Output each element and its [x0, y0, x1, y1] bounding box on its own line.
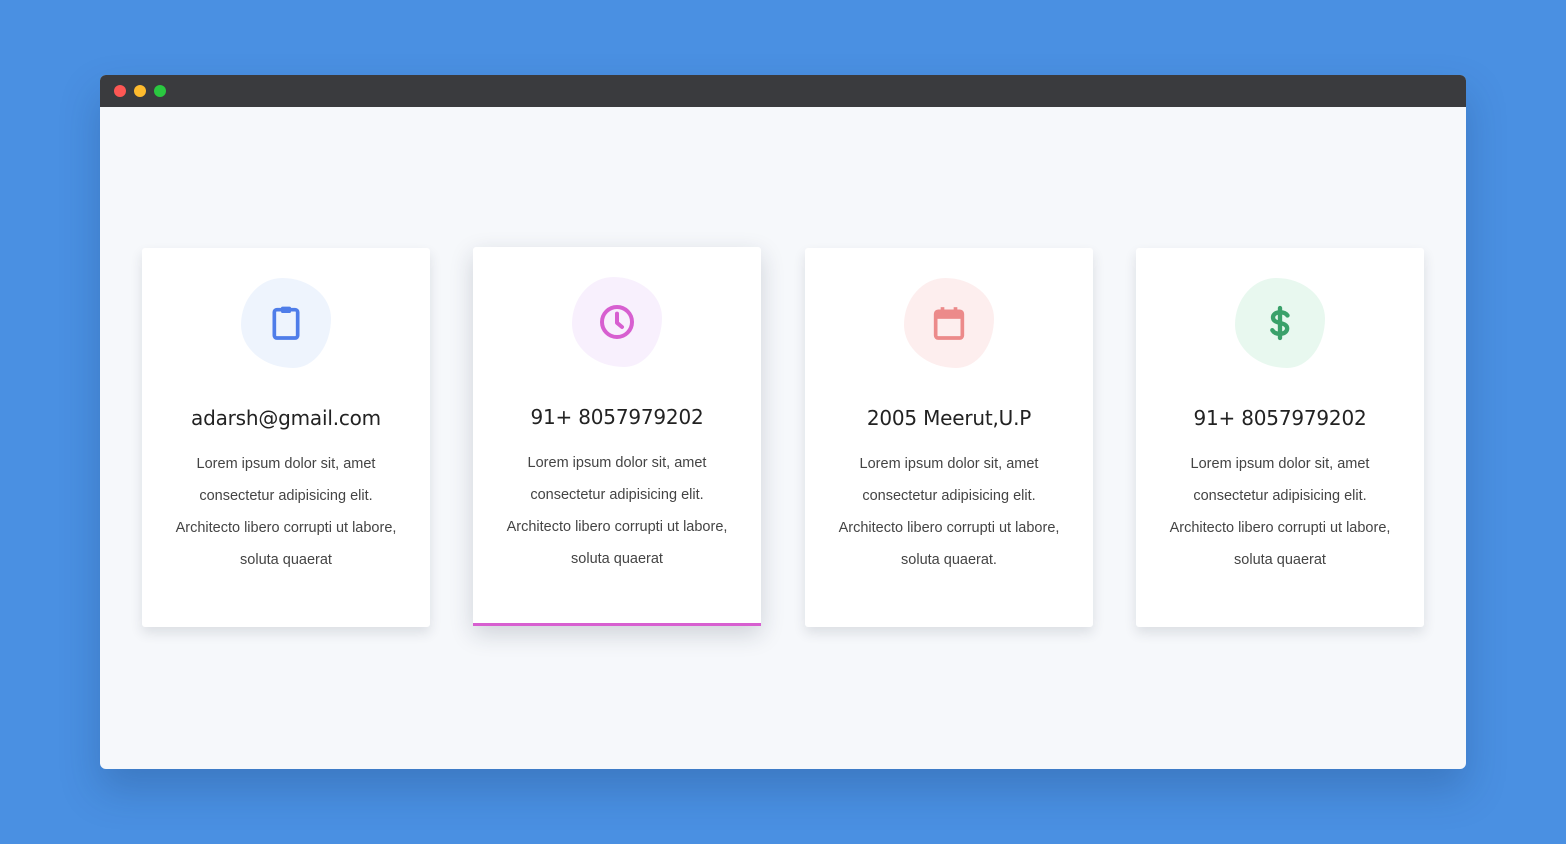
contact-card-email[interactable]: adarsh@gmail.com Lorem ipsum dolor sit, … [142, 248, 430, 627]
calendar-icon [933, 307, 965, 340]
clock-icon [600, 305, 634, 339]
clock-icon-wrap [572, 277, 662, 367]
calendar-icon-wrap [904, 278, 994, 368]
contact-card-phone[interactable]: 91+ 8057979202 Lorem ipsum dolor sit, am… [473, 247, 761, 626]
card-title: adarsh@gmail.com [191, 406, 381, 430]
card-description: Lorem ipsum dolor sit, amet consectetur … [1169, 456, 1391, 568]
page-content: adarsh@gmail.com Lorem ipsum dolor sit, … [100, 107, 1466, 769]
browser-window: adarsh@gmail.com Lorem ipsum dolor sit, … [100, 75, 1466, 769]
close-window-button[interactable] [114, 85, 126, 97]
contact-card-phone-2[interactable]: 91+ 8057979202 Lorem ipsum dolor sit, am… [1136, 248, 1424, 627]
window-titlebar [100, 75, 1466, 107]
card-title: 2005 Meerut,U.P [866, 406, 1032, 430]
dollar-icon [1270, 305, 1290, 341]
minimize-window-button[interactable] [134, 85, 146, 97]
card-description: Lorem ipsum dolor sit, amet consectetur … [175, 456, 397, 568]
contact-card-address[interactable]: 2005 Meerut,U.P Lorem ipsum dolor sit, a… [805, 248, 1093, 627]
card-description: Lorem ipsum dolor sit, amet consectetur … [838, 456, 1060, 568]
card-title: 91+ 8057979202 [1193, 406, 1367, 430]
card-description: Lorem ipsum dolor sit, amet consectetur … [506, 455, 728, 567]
maximize-window-button[interactable] [154, 85, 166, 97]
clipboard-icon [272, 306, 300, 340]
card-title: 91+ 8057979202 [530, 405, 704, 429]
dollar-icon-wrap [1235, 278, 1325, 368]
clipboard-icon-wrap [241, 278, 331, 368]
active-card-underline [473, 623, 761, 626]
